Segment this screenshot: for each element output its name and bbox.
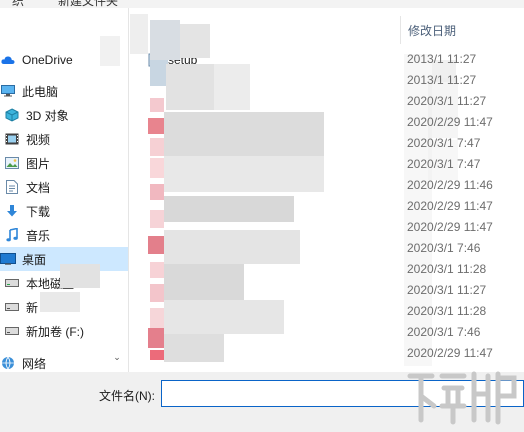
date-cell: 2020/2/29 11:47 xyxy=(407,115,493,129)
date-cell: 2013/1 11:27 xyxy=(407,52,477,66)
toolbar-new-folder[interactable]: 新建文件夹 xyxy=(58,0,118,8)
nav-item-documents[interactable]: 文档 xyxy=(0,175,128,199)
drive-icon xyxy=(4,299,20,315)
date-cell: 2020/2/29 11:46 xyxy=(407,178,493,192)
date-cell: 2020/3/1 7:47 xyxy=(407,136,481,150)
cube-icon xyxy=(4,107,20,123)
nav-item-pictures[interactable]: 图片 xyxy=(0,151,128,175)
desktop-icon xyxy=(0,251,16,267)
nav-item-videos[interactable]: 视频 xyxy=(0,127,128,151)
toolbar: 织 新建文件夹 xyxy=(0,0,524,8)
column-header-date-modified[interactable]: 修改日期 xyxy=(400,16,524,44)
date-cell: 2020/3/1 11:27 xyxy=(407,94,487,108)
date-cell: 2020/3/1 11:28 xyxy=(407,262,487,276)
watermark-logo xyxy=(404,366,522,430)
computer-icon xyxy=(0,83,16,99)
picture-icon xyxy=(4,155,20,171)
nav-item-drive-f[interactable]: 新加卷 (F:) xyxy=(0,319,128,343)
nav-item-downloads[interactable]: 下载 xyxy=(0,199,128,223)
pane-separator xyxy=(128,8,129,372)
toolbar-organize[interactable]: 织 xyxy=(12,0,24,8)
document-icon xyxy=(4,179,20,195)
video-icon xyxy=(4,131,20,147)
music-icon xyxy=(4,227,20,243)
date-cell: 2013/1 11:27 xyxy=(407,73,477,87)
date-cell: 2020/2/29 11:47 xyxy=(407,346,493,360)
date-cell: 2020/3/1 7:46 xyxy=(407,325,481,339)
date-cell: 2020/3/1 7:47 xyxy=(407,157,481,171)
scroll-down-arrow[interactable]: ⌄ xyxy=(112,352,122,364)
cloud-icon xyxy=(0,52,16,68)
drive-icon xyxy=(4,323,20,339)
filename-label: 文件名(N): xyxy=(99,389,155,403)
network-icon xyxy=(0,355,16,371)
nav-item-this-pc[interactable]: 此电脑 xyxy=(0,79,128,103)
nav-item-music[interactable]: 音乐 xyxy=(0,223,128,247)
download-icon xyxy=(4,203,20,219)
date-cell: 2020/3/1 11:28 xyxy=(407,304,487,318)
nav-item-3d-objects[interactable]: 3D 对象 xyxy=(0,103,128,127)
date-cell: 2020/2/29 11:47 xyxy=(407,199,493,213)
date-cell: 2020/2/29 11:47 xyxy=(407,220,493,234)
date-cell: 2020/3/1 11:27 xyxy=(407,283,487,297)
drive-icon xyxy=(4,275,20,291)
date-cell: 2020/3/1 7:46 xyxy=(407,241,481,255)
